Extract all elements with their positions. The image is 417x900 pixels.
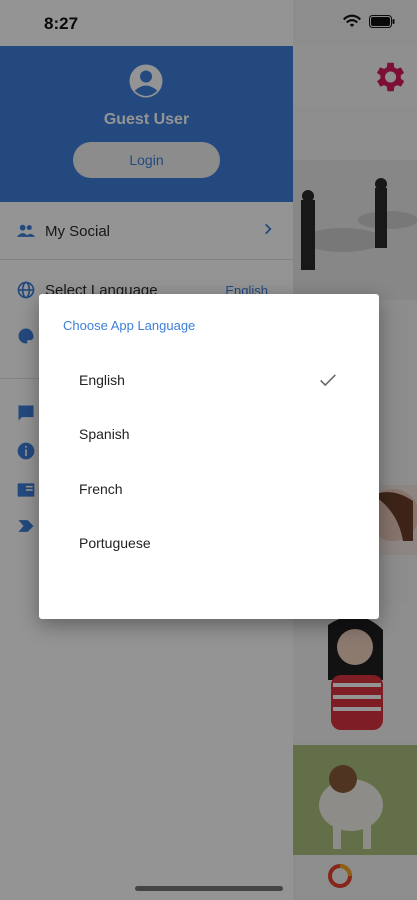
language-option-label: French [79,481,123,497]
home-indicator[interactable] [135,886,283,891]
language-option-english[interactable]: English [39,353,379,407]
language-option-label: English [79,372,125,388]
screen: Guest User Login My Social Select Langua… [0,0,417,900]
language-dialog: Choose App Language English Spanish Fren… [39,294,379,619]
dialog-title: Choose App Language [63,318,196,333]
language-option-portuguese[interactable]: Portuguese [39,516,379,570]
language-option-label: Spanish [79,426,130,442]
language-option-french[interactable]: French [39,462,379,516]
checkmark-icon [320,374,336,387]
language-option-spanish[interactable]: Spanish [39,407,379,461]
language-option-label: Portuguese [79,535,151,551]
